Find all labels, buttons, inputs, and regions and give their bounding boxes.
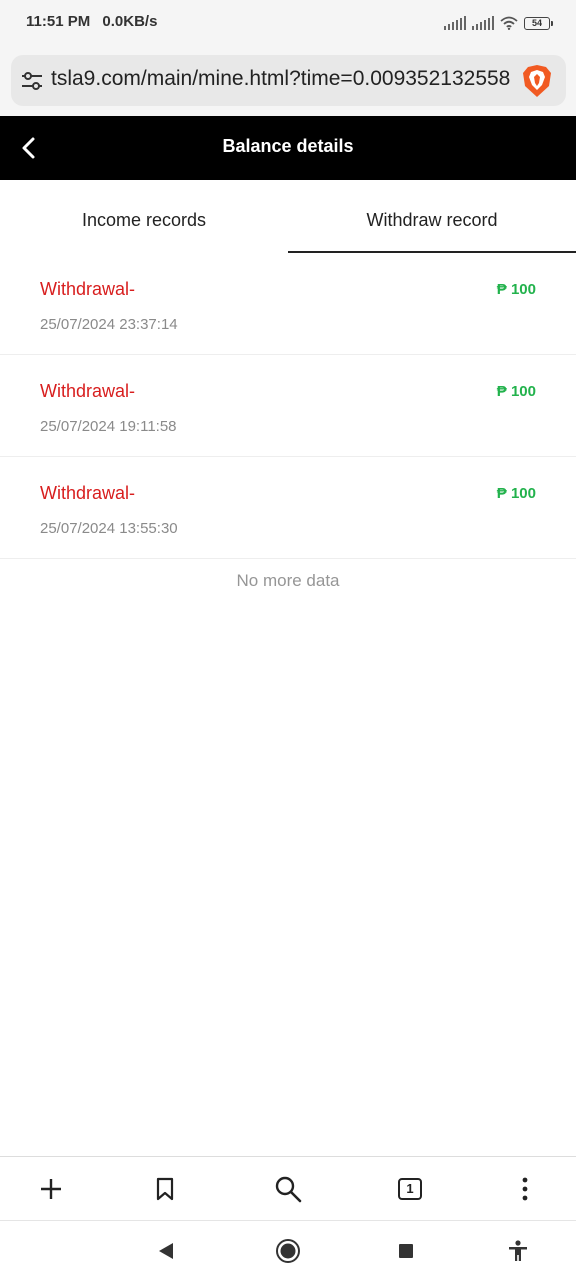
wifi-icon (500, 16, 518, 30)
record-time: 25/07/2024 23:37:14 (40, 316, 178, 333)
status-bar: 11:51 PM 0.0KB/s 54 (0, 0, 576, 46)
search-icon[interactable] (270, 1171, 306, 1207)
browser-toolbar: 1 (0, 1156, 576, 1220)
recents-square-icon[interactable] (390, 1235, 422, 1267)
accessibility-icon[interactable] (502, 1235, 534, 1267)
tab-withdraw-record[interactable]: Withdraw record (288, 180, 576, 253)
home-circle-icon[interactable] (272, 1235, 304, 1267)
record-time: 25/07/2024 19:11:58 (40, 418, 177, 435)
record-type: Withdrawal- (40, 381, 136, 401)
page-title: Balance details (222, 136, 354, 156)
status-left: 11:51 PM 0.0KB/s (26, 13, 165, 30)
brave-lion-icon[interactable] (522, 64, 552, 98)
battery-icon: 54 (524, 16, 553, 30)
list-item[interactable]: Withdrawal- ₱ 100 25/07/2024 13:55:30 (0, 457, 576, 559)
bookmark-icon[interactable] (147, 1171, 183, 1207)
plus-icon[interactable] (33, 1171, 69, 1207)
record-type: Withdrawal- (40, 483, 136, 503)
signal-icon (472, 16, 494, 30)
list-item[interactable]: Withdrawal- ₱ 100 25/07/2024 23:37:14 (0, 253, 576, 355)
tabs-icon[interactable]: 1 (392, 1171, 428, 1207)
signal-icon (444, 16, 466, 30)
url-text[interactable]: tsla9.com/main/mine.html?time=0.00935213… (51, 67, 519, 91)
records-list: Withdrawal- ₱ 100 25/07/2024 23:37:14 Wi… (0, 253, 576, 559)
url-field[interactable]: tsla9.com/main/mine.html?time=0.00935213… (11, 55, 566, 106)
tab-count: 1 (398, 1178, 422, 1200)
status-time: 11:51 PM (26, 13, 91, 30)
record-type: Withdrawal- (40, 279, 136, 299)
record-amount: ₱ 100 (496, 281, 536, 298)
record-amount: ₱ 100 (496, 383, 536, 400)
no-more-data-text: No more data (236, 571, 340, 590)
record-amount: ₱ 100 (496, 485, 536, 502)
list-item[interactable]: Withdrawal- ₱ 100 25/07/2024 19:11:58 (0, 355, 576, 457)
app-header: Balance details (0, 116, 576, 180)
tab-income-records[interactable]: Income records (0, 180, 288, 253)
browser-address-bar: tsla9.com/main/mine.html?time=0.00935213… (0, 46, 576, 116)
status-right: 54 (444, 13, 553, 33)
back-triangle-icon[interactable] (150, 1235, 182, 1267)
system-nav-bar (0, 1220, 576, 1280)
more-vertical-icon[interactable] (507, 1171, 543, 1207)
record-tabs: Income records Withdraw record (0, 180, 576, 253)
record-time: 25/07/2024 13:55:30 (40, 520, 178, 537)
status-speed: 0.0KB/s (102, 13, 158, 30)
tune-icon[interactable] (21, 70, 43, 92)
